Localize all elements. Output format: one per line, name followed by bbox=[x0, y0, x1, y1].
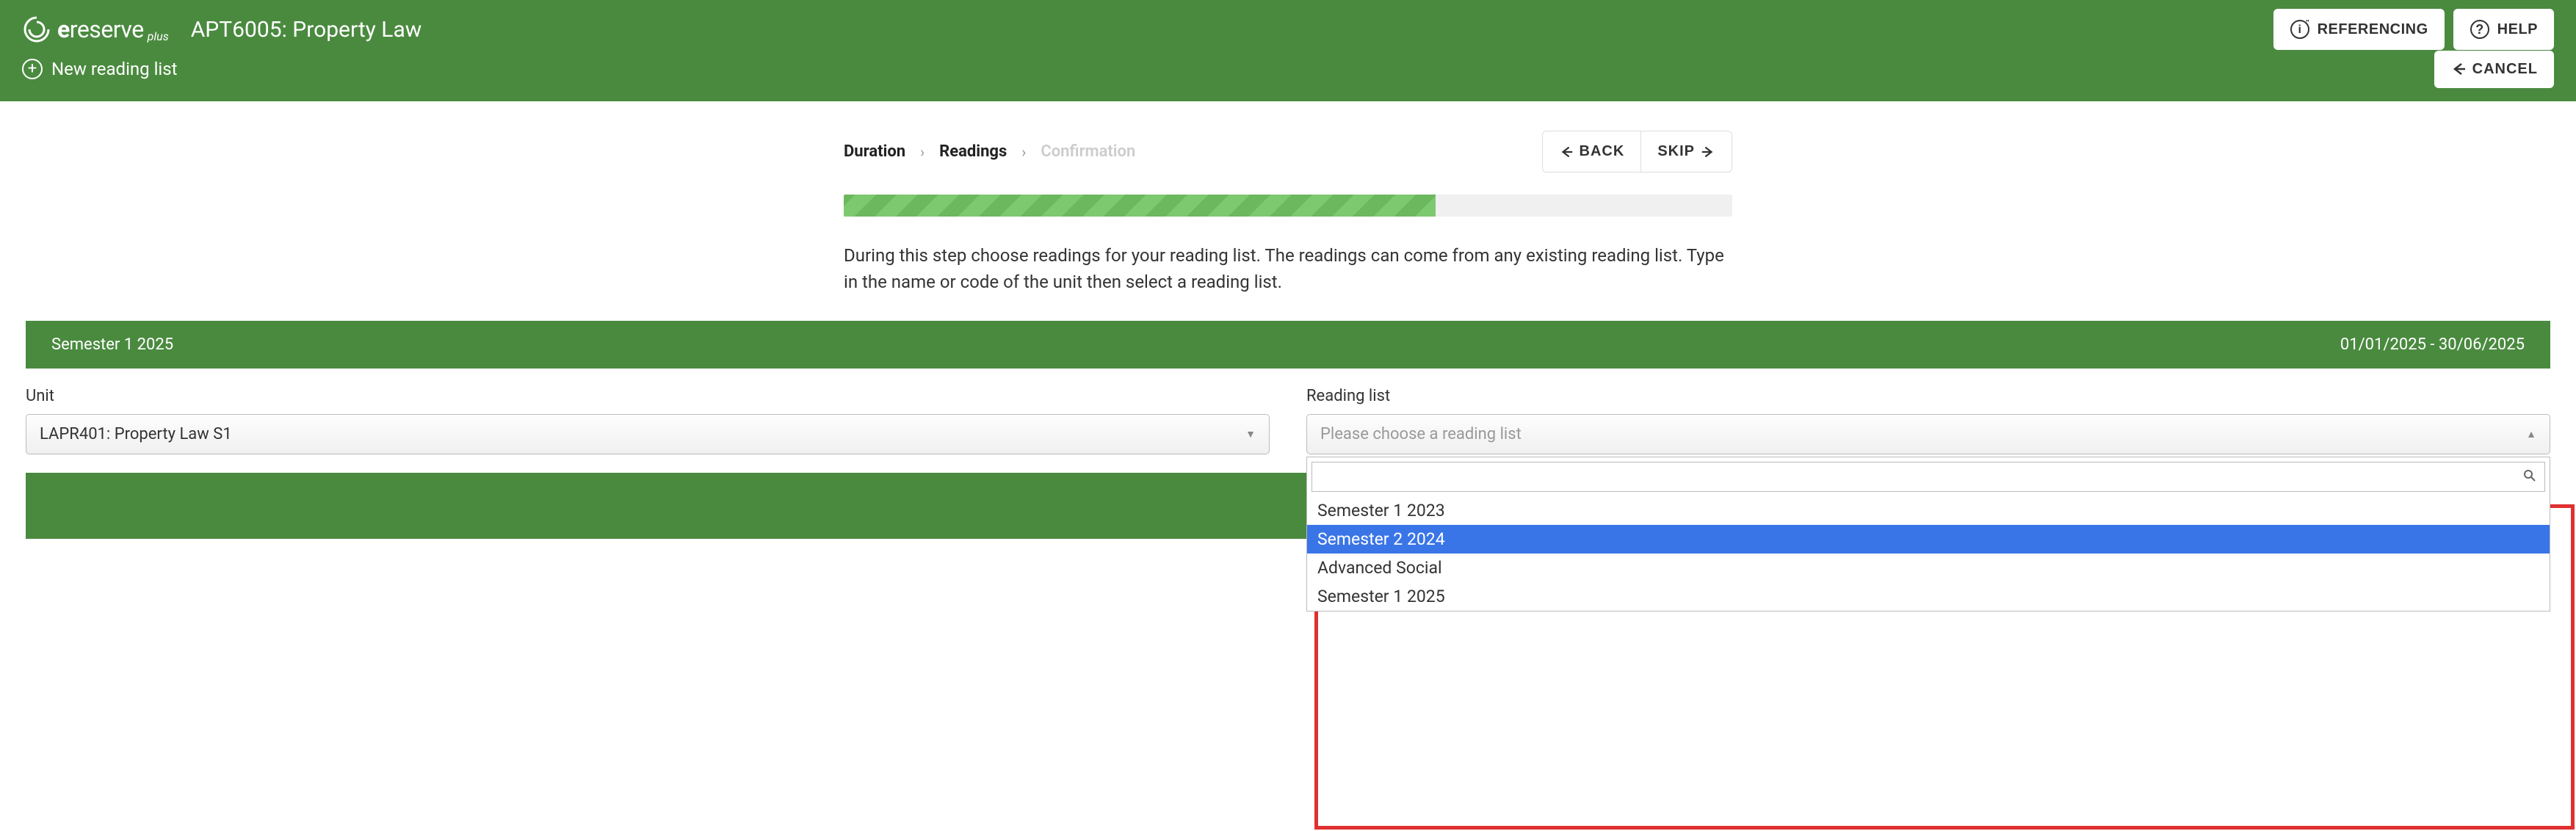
svg-text:?: ? bbox=[2475, 22, 2484, 37]
info-quote-icon: i " bbox=[2290, 19, 2310, 40]
help-icon: ? bbox=[2470, 19, 2490, 40]
reading-list-dropdown: Semester 1 2023 Semester 2 2024 Advanced… bbox=[1306, 457, 2550, 612]
arrow-right-icon bbox=[1701, 145, 1715, 159]
breadcrumb-row: Duration › Readings › Confirmation BACK … bbox=[844, 131, 1732, 173]
unit-value: LAPR401: Property Law S1 bbox=[40, 425, 232, 443]
chevron-right-icon: › bbox=[920, 143, 925, 161]
subheader: + New reading list CANCEL bbox=[0, 59, 2576, 101]
referencing-label: REFERENCING bbox=[2318, 21, 2428, 38]
header-button-group: i " REFERENCING ? HELP bbox=[2273, 9, 2554, 50]
page-title: APT6005: Property Law bbox=[191, 17, 422, 43]
reading-list-label: Reading list bbox=[1306, 387, 2550, 405]
search-icon bbox=[2523, 469, 2536, 485]
breadcrumb-step-duration[interactable]: Duration bbox=[844, 142, 905, 161]
new-list-label: New reading list bbox=[51, 59, 178, 79]
dropdown-option[interactable]: Semester 1 2023 bbox=[1307, 496, 2550, 525]
dropdown-option[interactable]: Semester 2 2024 bbox=[1307, 525, 2550, 554]
semester-label: Semester 1 2025 bbox=[51, 335, 173, 354]
unit-column: Unit LAPR401: Property Law S1 ▼ bbox=[26, 387, 1270, 454]
help-label: HELP bbox=[2497, 21, 2538, 38]
semester-dates: 01/01/2025 - 30/06/2025 bbox=[2340, 335, 2525, 354]
reading-list-column: Reading list Please choose a reading lis… bbox=[1270, 387, 2550, 454]
unit-select[interactable]: LAPR401: Property Law S1 ▼ bbox=[26, 414, 1270, 454]
form-row: Unit LAPR401: Property Law S1 ▼ Reading … bbox=[0, 369, 2576, 473]
reading-list-select[interactable]: Please choose a reading list ▲ bbox=[1306, 414, 2550, 454]
arrow-left-icon bbox=[2450, 61, 2467, 77]
plus-circle-icon: + bbox=[22, 59, 43, 79]
back-label: BACK bbox=[1580, 143, 1625, 160]
caret-up-icon: ▲ bbox=[2526, 428, 2536, 440]
dropdown-search-input[interactable] bbox=[1311, 462, 2545, 492]
skip-button[interactable]: SKIP bbox=[1641, 131, 1732, 172]
progress-bar bbox=[844, 195, 1732, 217]
back-button[interactable]: BACK bbox=[1543, 131, 1642, 172]
semester-header: Semester 1 2025 01/01/2025 - 30/06/2025 bbox=[26, 321, 2550, 369]
referencing-button[interactable]: i " REFERENCING bbox=[2273, 9, 2445, 50]
swirl-icon bbox=[22, 15, 51, 44]
logo-text: ereserve bbox=[57, 15, 144, 43]
caret-down-icon: ▼ bbox=[1245, 428, 1256, 440]
dropdown-search-wrap bbox=[1307, 457, 2550, 496]
help-button[interactable]: ? HELP bbox=[2453, 9, 2554, 50]
reading-list-placeholder: Please choose a reading list bbox=[1320, 425, 1522, 443]
step-description: During this step choose readings for you… bbox=[844, 242, 1732, 295]
skip-label: SKIP bbox=[1657, 143, 1695, 160]
form-section: Semester 1 2025 01/01/2025 - 30/06/2025 … bbox=[0, 321, 2576, 539]
app-header: ereserve plus APT6005: Property Law i " … bbox=[0, 0, 2576, 59]
chevron-right-icon: › bbox=[1021, 143, 1026, 161]
app-logo: ereserve plus bbox=[22, 15, 169, 44]
dropdown-option[interactable]: Advanced Social bbox=[1307, 554, 2550, 582]
new-reading-list-link[interactable]: + New reading list bbox=[22, 59, 178, 79]
cancel-button[interactable]: CANCEL bbox=[2434, 51, 2554, 88]
cancel-label: CANCEL bbox=[2472, 61, 2538, 78]
breadcrumb-step-confirmation: Confirmation bbox=[1041, 142, 1135, 161]
nav-button-group: BACK SKIP bbox=[1542, 131, 1732, 173]
dropdown-option[interactable]: Semester 1 2025 bbox=[1307, 582, 2550, 611]
breadcrumb-step-readings[interactable]: Readings bbox=[939, 142, 1007, 161]
arrow-left-icon bbox=[1559, 145, 1574, 159]
breadcrumb: Duration › Readings › Confirmation bbox=[844, 142, 1135, 161]
unit-label: Unit bbox=[26, 387, 1270, 405]
svg-text:": " bbox=[2306, 19, 2309, 27]
main-content: Duration › Readings › Confirmation BACK … bbox=[0, 101, 2576, 539]
svg-text:i: i bbox=[2298, 23, 2301, 36]
progress-fill bbox=[844, 195, 1436, 217]
logo-subtext: plus bbox=[148, 29, 169, 43]
